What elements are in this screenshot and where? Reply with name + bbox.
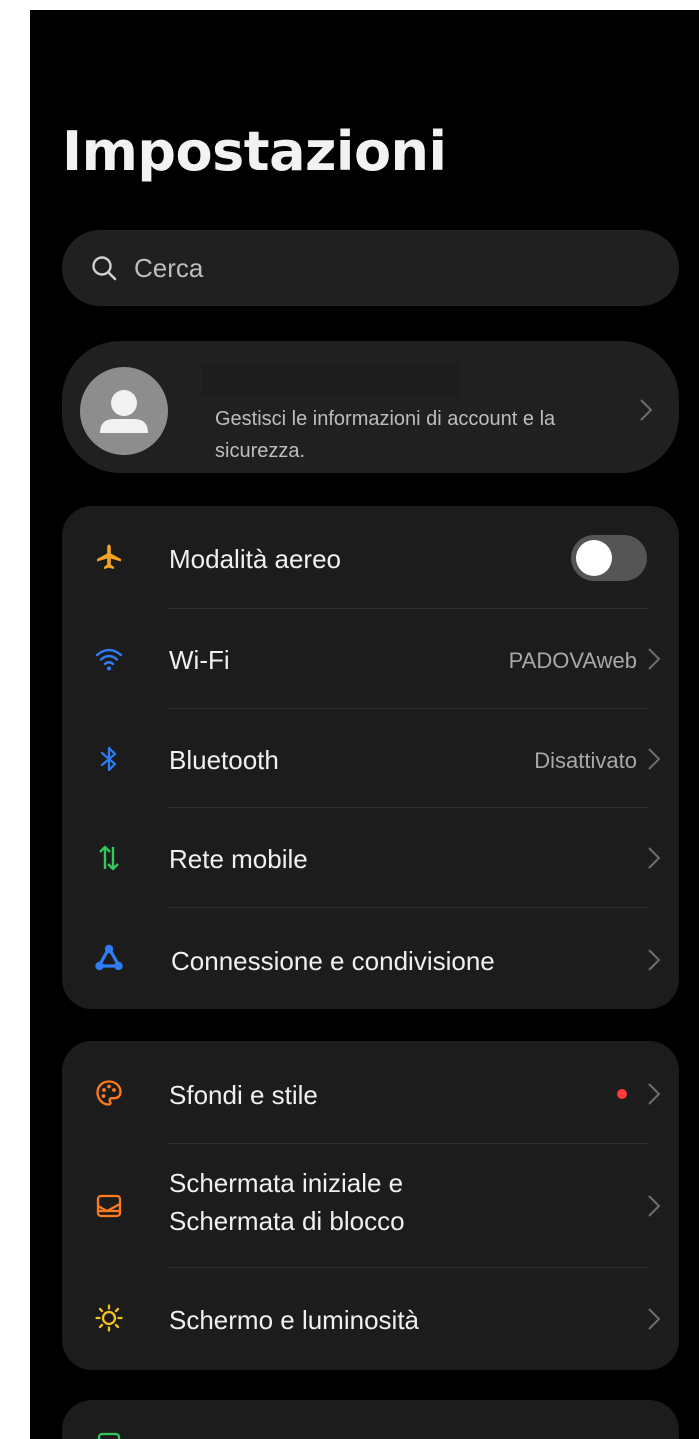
display-brightness-row[interactable]: Schermo e luminosità [62, 1268, 679, 1370]
search-placeholder: Cerca [134, 252, 204, 283]
avatar [80, 367, 168, 455]
next-row-icon [97, 1432, 121, 1439]
airplane-mode-row[interactable]: Modalità aereo [62, 506, 679, 609]
page-title: Impostazioni [62, 120, 447, 183]
personalization-card: Sfondi e stile Schermata iniziale e Sche… [62, 1041, 679, 1370]
bluetooth-label: Bluetooth [169, 745, 279, 775]
connection-sharing-row[interactable]: Connessione e condivisione [62, 908, 679, 1009]
bluetooth-row[interactable]: Bluetooth Disattivato [62, 709, 679, 808]
chevron-right-icon [647, 1306, 661, 1332]
home-lock-screen-label-line1: Schermata iniziale e [169, 1168, 404, 1198]
home-lock-screen-row[interactable]: Schermata iniziale e Schermata di blocco [62, 1144, 679, 1268]
mobile-network-row[interactable]: Rete mobile [62, 808, 679, 908]
search-icon [92, 256, 117, 281]
toggle-knob [576, 540, 612, 576]
chevron-right-icon [647, 1193, 661, 1219]
wallpaper-style-row[interactable]: Sfondi e stile [62, 1041, 679, 1144]
airplane-mode-label: Modalità aereo [169, 544, 341, 574]
chevron-right-icon [647, 845, 661, 871]
mobile-network-label: Rete mobile [169, 844, 308, 874]
wifi-icon [95, 648, 123, 671]
wifi-network-value: PADOVAweb [508, 648, 637, 673]
next-settings-card [62, 1400, 679, 1439]
home-lock-screen-label-line2: Schermata di blocco [169, 1206, 405, 1236]
account-card[interactable]: Gestisci le informazioni di account e la… [62, 341, 679, 473]
chevron-right-icon [647, 746, 661, 772]
settings-screen: Impostazioni Cerca Gestisci le informazi… [30, 10, 699, 1439]
search-bar[interactable]: Cerca [62, 230, 679, 306]
palette-icon [96, 1080, 122, 1106]
display-brightness-label: Schermo e luminosità [169, 1305, 419, 1335]
home-lock-screen-label: Schermata iniziale e Schermata di blocco [169, 1164, 405, 1240]
chevron-right-icon [647, 646, 661, 672]
account-description: Gestisci le informazioni di account e la… [215, 408, 556, 462]
airplane-mode-toggle[interactable] [571, 535, 647, 581]
home-screen-icon [96, 1194, 122, 1218]
account-name-redacted [202, 363, 460, 397]
person-icon [100, 390, 148, 433]
bluetooth-status-value: Disattivato [534, 748, 637, 773]
chevron-right-icon [647, 947, 661, 973]
wallpaper-style-label: Sfondi e stile [169, 1080, 318, 1110]
mobile-data-icon [99, 845, 119, 871]
sun-icon [95, 1304, 123, 1332]
connectivity-card: Modalità aereo Wi-Fi PADOVAweb Bluetooth… [62, 506, 679, 1009]
connection-sharing-label: Connessione e condivisione [171, 946, 495, 976]
chevron-right-icon [647, 1081, 661, 1107]
share-connection-icon [95, 944, 123, 971]
notification-badge [617, 1089, 627, 1099]
wifi-row[interactable]: Wi-Fi PADOVAweb [62, 609, 679, 709]
chevron-right-icon [639, 397, 653, 423]
wifi-label: Wi-Fi [169, 645, 230, 675]
bluetooth-icon [100, 746, 117, 772]
airplane-icon [97, 544, 121, 569]
